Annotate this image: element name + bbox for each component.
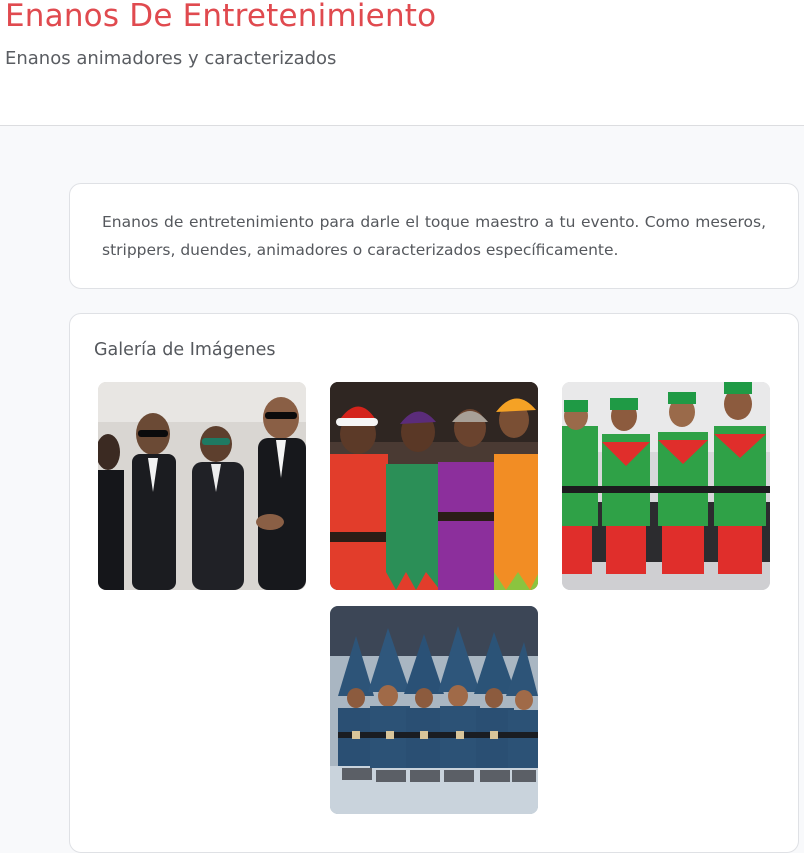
gallery-card: Galería de Imágenes <box>69 313 799 853</box>
gallery-title: Galería de Imágenes <box>94 340 276 360</box>
gallery-image-suits[interactable] <box>98 382 306 590</box>
gallery-image-green-elves[interactable] <box>562 382 770 590</box>
site-subtitle: Enanos animadores y caracterizados <box>5 48 337 69</box>
intro-text: Enanos de entretenimiento para darle el … <box>102 213 766 259</box>
gallery-image-blue-gnomes[interactable] <box>330 606 538 814</box>
gallery-image-colorful-elves[interactable] <box>330 382 538 590</box>
intro-card: Enanos de entretenimiento para darle el … <box>69 183 799 289</box>
site-title[interactable]: Enanos De Entretenimiento <box>5 0 436 34</box>
site-header: Enanos De Entretenimiento Enanos animado… <box>0 0 804 126</box>
